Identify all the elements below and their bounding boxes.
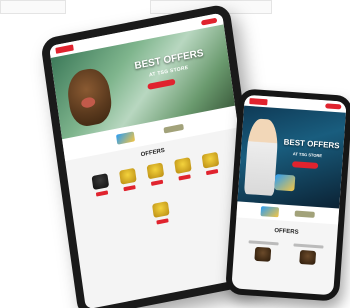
chest-card[interactable]	[146, 162, 167, 186]
chest-card[interactable]	[91, 173, 112, 197]
phone-hero-button[interactable]	[291, 161, 319, 169]
chest-icon	[151, 201, 170, 218]
phone-device: BEST OFFERS AT TSG STORE OFFERS	[224, 88, 350, 302]
buy-button[interactable]	[95, 190, 109, 197]
chest-card[interactable]	[118, 167, 139, 192]
phone-menu-button[interactable]	[325, 103, 342, 110]
buy-button[interactable]	[178, 174, 191, 181]
buy-button[interactable]	[156, 218, 169, 225]
tablet-menu-button[interactable]	[200, 17, 218, 26]
phone-hero-title: BEST OFFERS	[283, 137, 340, 151]
game-logo-icon	[274, 174, 296, 192]
phone-hero: BEST OFFERS AT TSG STORE	[237, 105, 346, 209]
phone-logo[interactable]	[249, 97, 268, 105]
phone-offer-list	[233, 231, 337, 266]
chest-icon	[201, 151, 220, 169]
chest-icon	[174, 157, 192, 175]
offer-caption	[292, 243, 324, 249]
item-icon	[298, 249, 316, 265]
chest-card[interactable]	[201, 151, 222, 176]
game-logo-icon[interactable]	[163, 123, 184, 134]
tablet-logo[interactable]	[55, 44, 74, 54]
buy-button[interactable]	[150, 179, 164, 186]
chest-card[interactable]	[173, 157, 194, 181]
background-card-left	[0, 0, 66, 14]
buy-button[interactable]	[123, 185, 136, 192]
chest-icon	[119, 167, 137, 185]
chest-card[interactable]	[151, 201, 172, 225]
game-logo-icon[interactable]	[294, 210, 315, 218]
chest-icon	[91, 173, 110, 191]
game-logo-icon[interactable]	[260, 206, 280, 218]
chest-icon	[146, 162, 165, 180]
offer-card[interactable]	[287, 243, 328, 266]
phone-hero-subtitle: AT TSG STORE	[292, 151, 323, 159]
offer-card[interactable]	[242, 240, 283, 263]
tablet-hero-button[interactable]	[147, 78, 176, 90]
buy-button[interactable]	[205, 168, 219, 176]
item-icon	[253, 246, 271, 262]
game-logo-icon[interactable]	[115, 131, 136, 145]
offer-caption	[248, 240, 279, 246]
phone-screen: BEST OFFERS AT TSG STORE OFFERS	[231, 94, 347, 296]
